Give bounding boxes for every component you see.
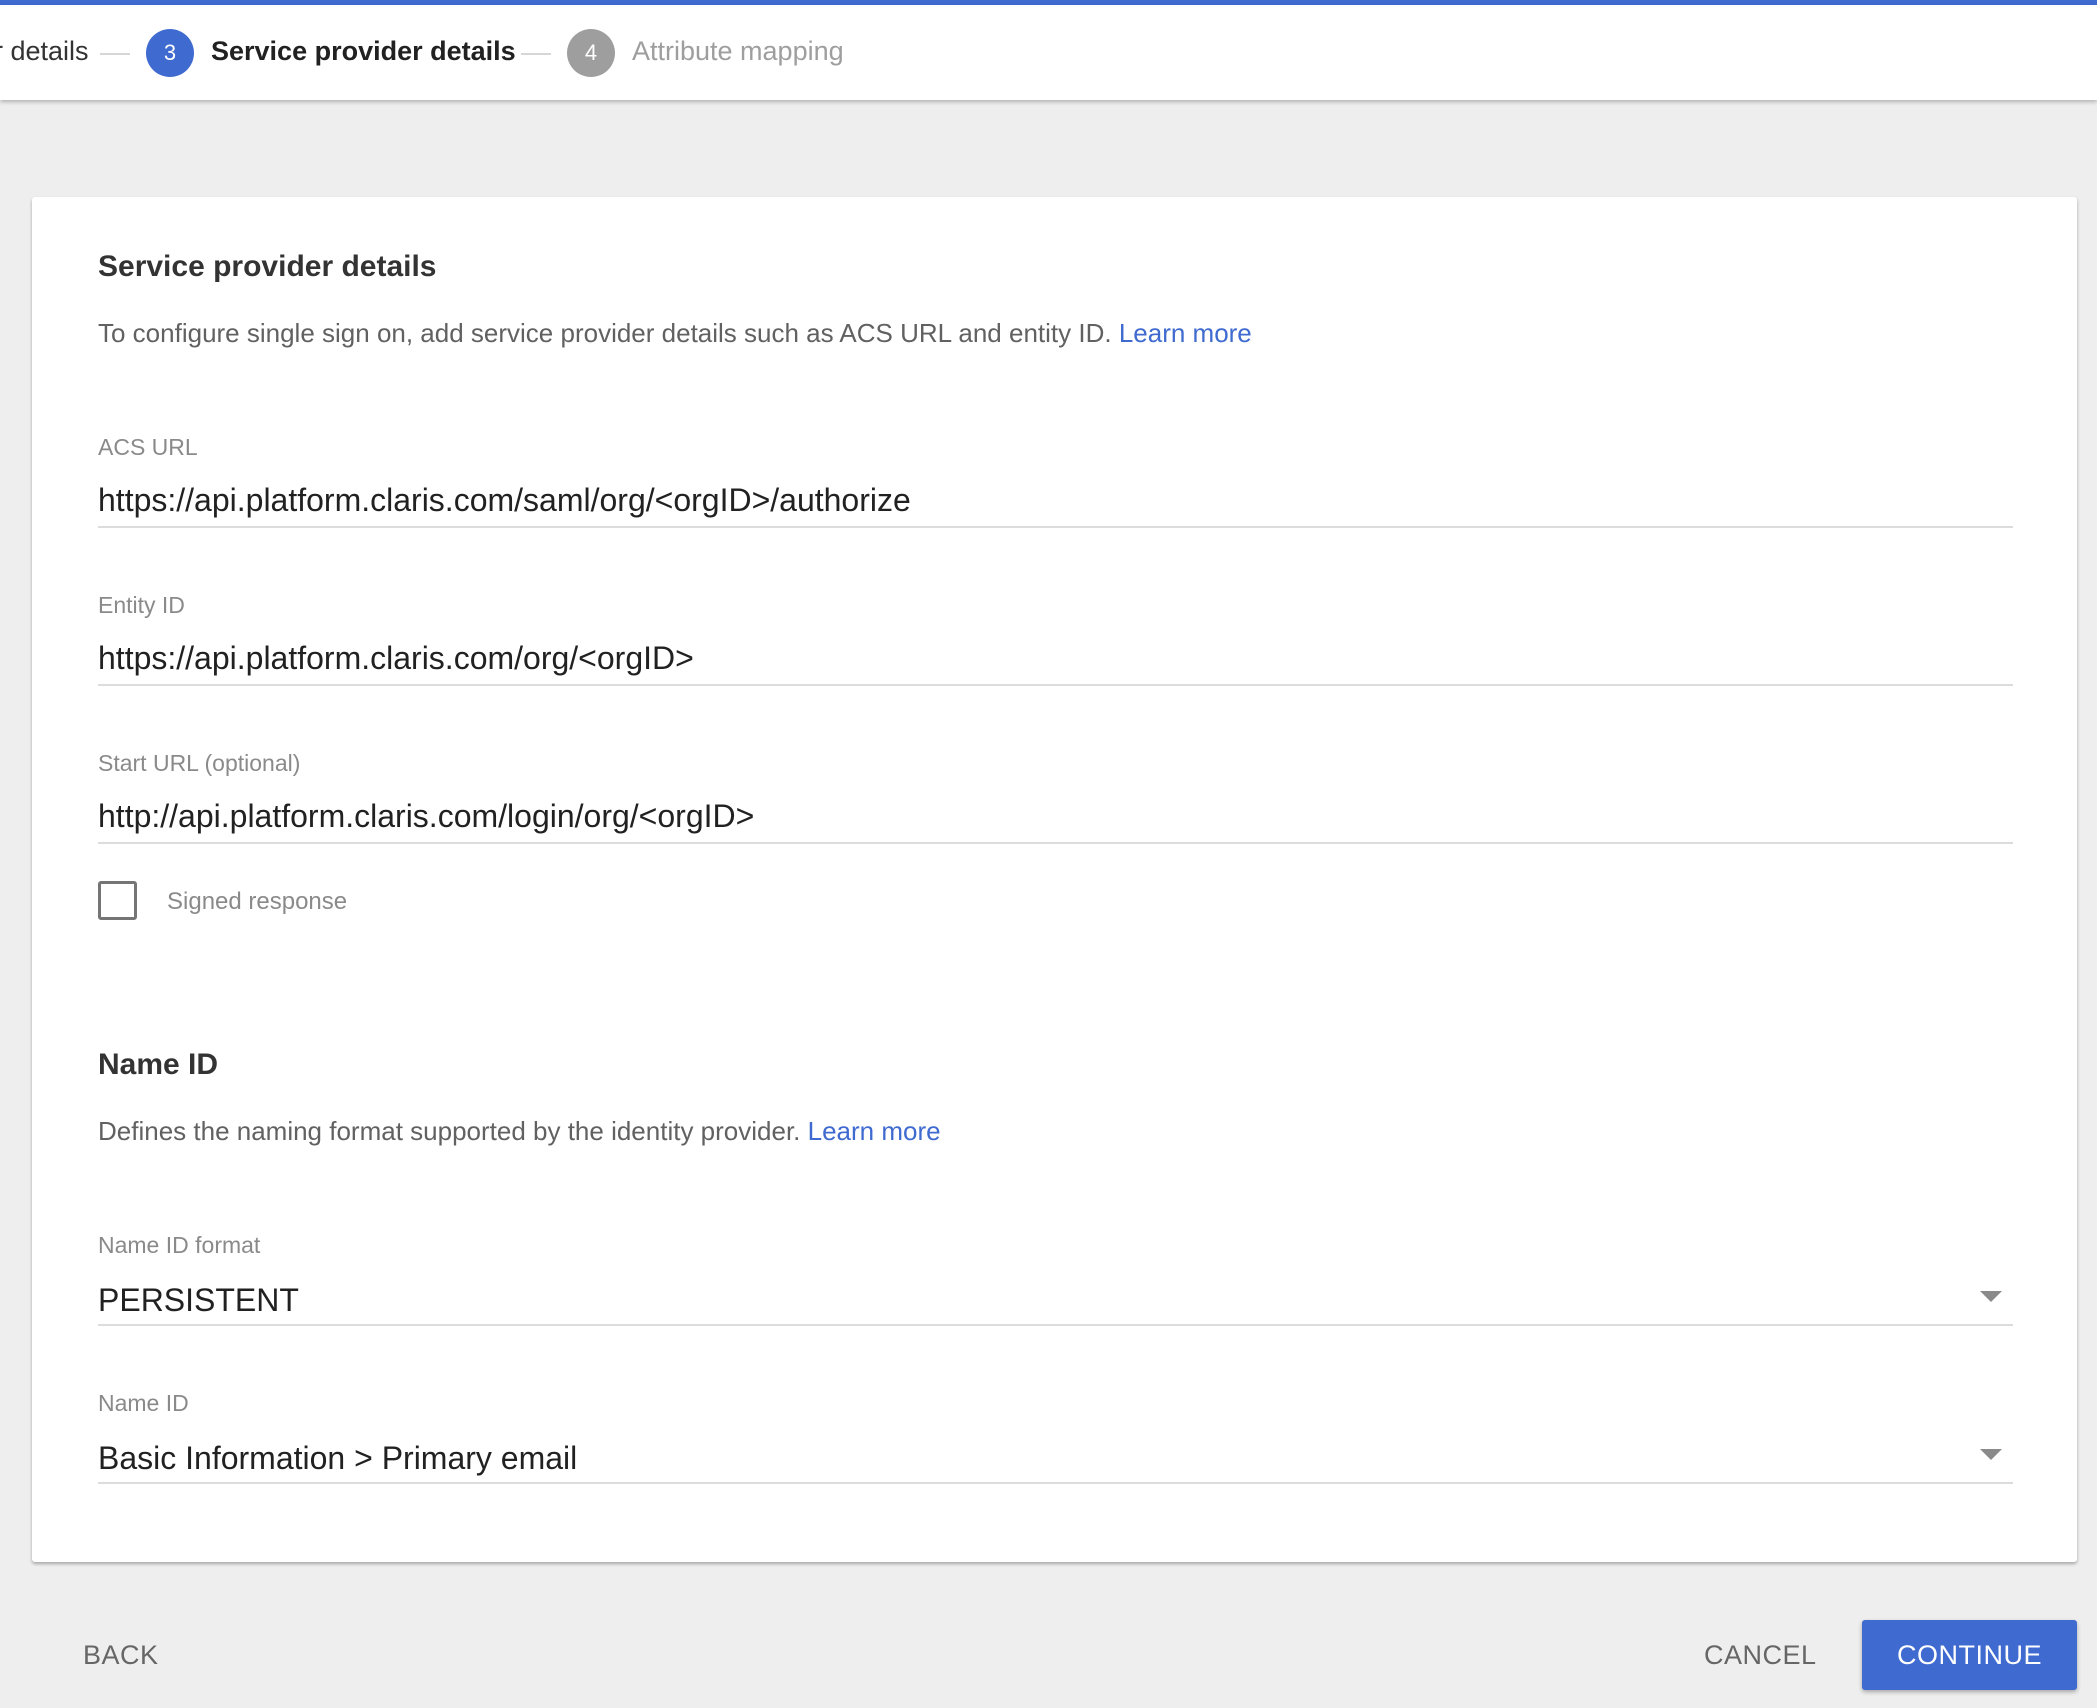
signed-response-label[interactable]: Signed response bbox=[167, 888, 347, 916]
learn-more-link[interactable]: Learn more bbox=[1119, 318, 1252, 348]
step-divider bbox=[521, 53, 551, 55]
start-url-label: Start URL (optional) bbox=[98, 750, 301, 776]
entity-id-underline bbox=[98, 684, 2013, 686]
start-url-underline bbox=[98, 842, 2013, 844]
dropdown-arrow-icon[interactable] bbox=[1980, 1291, 2002, 1302]
description-text: To configure single sign on, add service… bbox=[98, 318, 1112, 348]
acs-url-label: ACS URL bbox=[98, 434, 198, 460]
back-button[interactable]: BACK bbox=[83, 1640, 159, 1671]
start-url-field[interactable]: http://api.platform.claris.com/login/org… bbox=[98, 798, 754, 835]
entity-id-field[interactable]: https://api.platform.claris.com/org/<org… bbox=[98, 640, 694, 677]
learn-more-link[interactable]: Learn more bbox=[808, 1116, 941, 1146]
step-prev-label[interactable]: r details bbox=[0, 36, 89, 67]
step-current-label: Service provider details bbox=[211, 36, 516, 66]
name-id-underline bbox=[98, 1482, 2013, 1484]
name-id-format-label: Name ID format bbox=[98, 1232, 261, 1258]
acs-url-field[interactable]: https://api.platform.claris.com/saml/org… bbox=[98, 482, 911, 519]
step-3-badge: 3 bbox=[146, 29, 194, 77]
name-id-format-underline bbox=[98, 1324, 2013, 1326]
step-4-badge: 4 bbox=[567, 29, 615, 77]
continue-button[interactable]: CONTINUE bbox=[1862, 1620, 2077, 1690]
section-description: To configure single sign on, add service… bbox=[98, 318, 1252, 349]
cancel-button[interactable]: CANCEL bbox=[1704, 1640, 1817, 1671]
section-title-name-id: Name ID bbox=[98, 1048, 219, 1081]
section-title-service-provider: Service provider details bbox=[98, 250, 437, 283]
name-id-description: Defines the naming format supported by t… bbox=[98, 1116, 941, 1147]
service-provider-card bbox=[32, 197, 2077, 1562]
stepper-header: r details 3 Service provider details 4 A… bbox=[0, 5, 2097, 100]
step-divider bbox=[100, 53, 130, 55]
name-id-label: Name ID bbox=[98, 1390, 189, 1416]
name-id-format-select[interactable]: PERSISTENT bbox=[98, 1282, 299, 1319]
description-text: Defines the naming format supported by t… bbox=[98, 1116, 801, 1146]
acs-url-underline bbox=[98, 526, 2013, 528]
entity-id-label: Entity ID bbox=[98, 592, 185, 618]
step-next-label: Attribute mapping bbox=[632, 36, 844, 66]
dropdown-arrow-icon[interactable] bbox=[1980, 1449, 2002, 1460]
name-id-select[interactable]: Basic Information > Primary email bbox=[98, 1440, 577, 1477]
signed-response-checkbox[interactable] bbox=[98, 881, 137, 920]
